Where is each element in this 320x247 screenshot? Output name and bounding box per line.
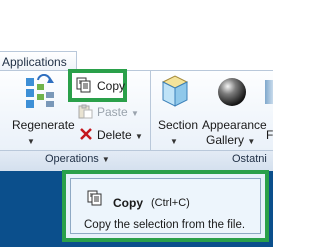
chevron-down-icon: ▼ — [27, 137, 35, 146]
section-label: Section — [158, 118, 199, 132]
copy-icon — [76, 77, 91, 93]
section-button[interactable]: Section — [158, 118, 198, 132]
section-icon[interactable] — [157, 74, 193, 110]
operations-group-label[interactable]: Operations ▼ — [45, 153, 110, 165]
regenerate-button[interactable]: Regenerate — [12, 118, 75, 132]
chevron-down-icon: ▼ — [170, 137, 178, 146]
regenerate-label: Regenerate — [12, 118, 75, 132]
tooltip-title: Copy — [113, 196, 143, 210]
delete-icon — [80, 128, 92, 140]
paste-label: Paste — [97, 105, 128, 119]
paste-icon — [78, 104, 93, 119]
copy-icon — [87, 190, 102, 206]
operations-label-text: Operations — [45, 153, 99, 165]
copy-tooltip: Copy (Ctrl+C) Copy the selection from th… — [62, 170, 269, 242]
chevron-down-icon: ▼ — [135, 132, 143, 141]
copy-label: Copy — [97, 79, 126, 93]
paste-button[interactable]: Paste ▼ — [97, 105, 139, 119]
delete-label: Delete — [97, 128, 132, 142]
appearance-gallery-icon[interactable] — [216, 76, 248, 108]
appearance-gallery-label-line1: Appearance — [202, 118, 267, 132]
copy-tooltip-body: Copy (Ctrl+C) Copy the selection from th… — [70, 178, 261, 234]
appearance-gallery-label-row[interactable]: Gallery ▼ — [206, 133, 255, 147]
tooltip-description: Copy the selection from the file. — [84, 219, 246, 231]
tooltip-shortcut: (Ctrl+C) — [151, 197, 190, 209]
tab-applications-label: Applications — [2, 55, 67, 69]
chevron-down-icon: ▼ — [101, 155, 110, 164]
delete-button[interactable]: Delete ▼ — [97, 128, 143, 142]
copy-button[interactable]: Copy — [97, 79, 125, 93]
appearance-gallery-label-line2: Gallery — [206, 133, 245, 147]
chevron-down-icon: ▼ — [131, 109, 139, 118]
regenerate-icon[interactable] — [24, 74, 56, 112]
partial-ribbon-label: F — [266, 128, 274, 142]
section-dropdown[interactable]: ▼ — [170, 133, 178, 147]
partial-ribbon-icon — [265, 80, 273, 104]
ostatni-label-text: Ostatni — [232, 153, 267, 165]
chevron-down-icon: ▼ — [247, 137, 256, 146]
appearance-gallery-button[interactable]: Appearance — [202, 118, 267, 132]
window-top-area — [0, 0, 273, 51]
tab-applications[interactable]: Applications — [0, 51, 77, 71]
ostatni-group-label[interactable]: Ostatni — [232, 153, 267, 165]
regenerate-dropdown[interactable]: ▼ — [27, 133, 35, 147]
